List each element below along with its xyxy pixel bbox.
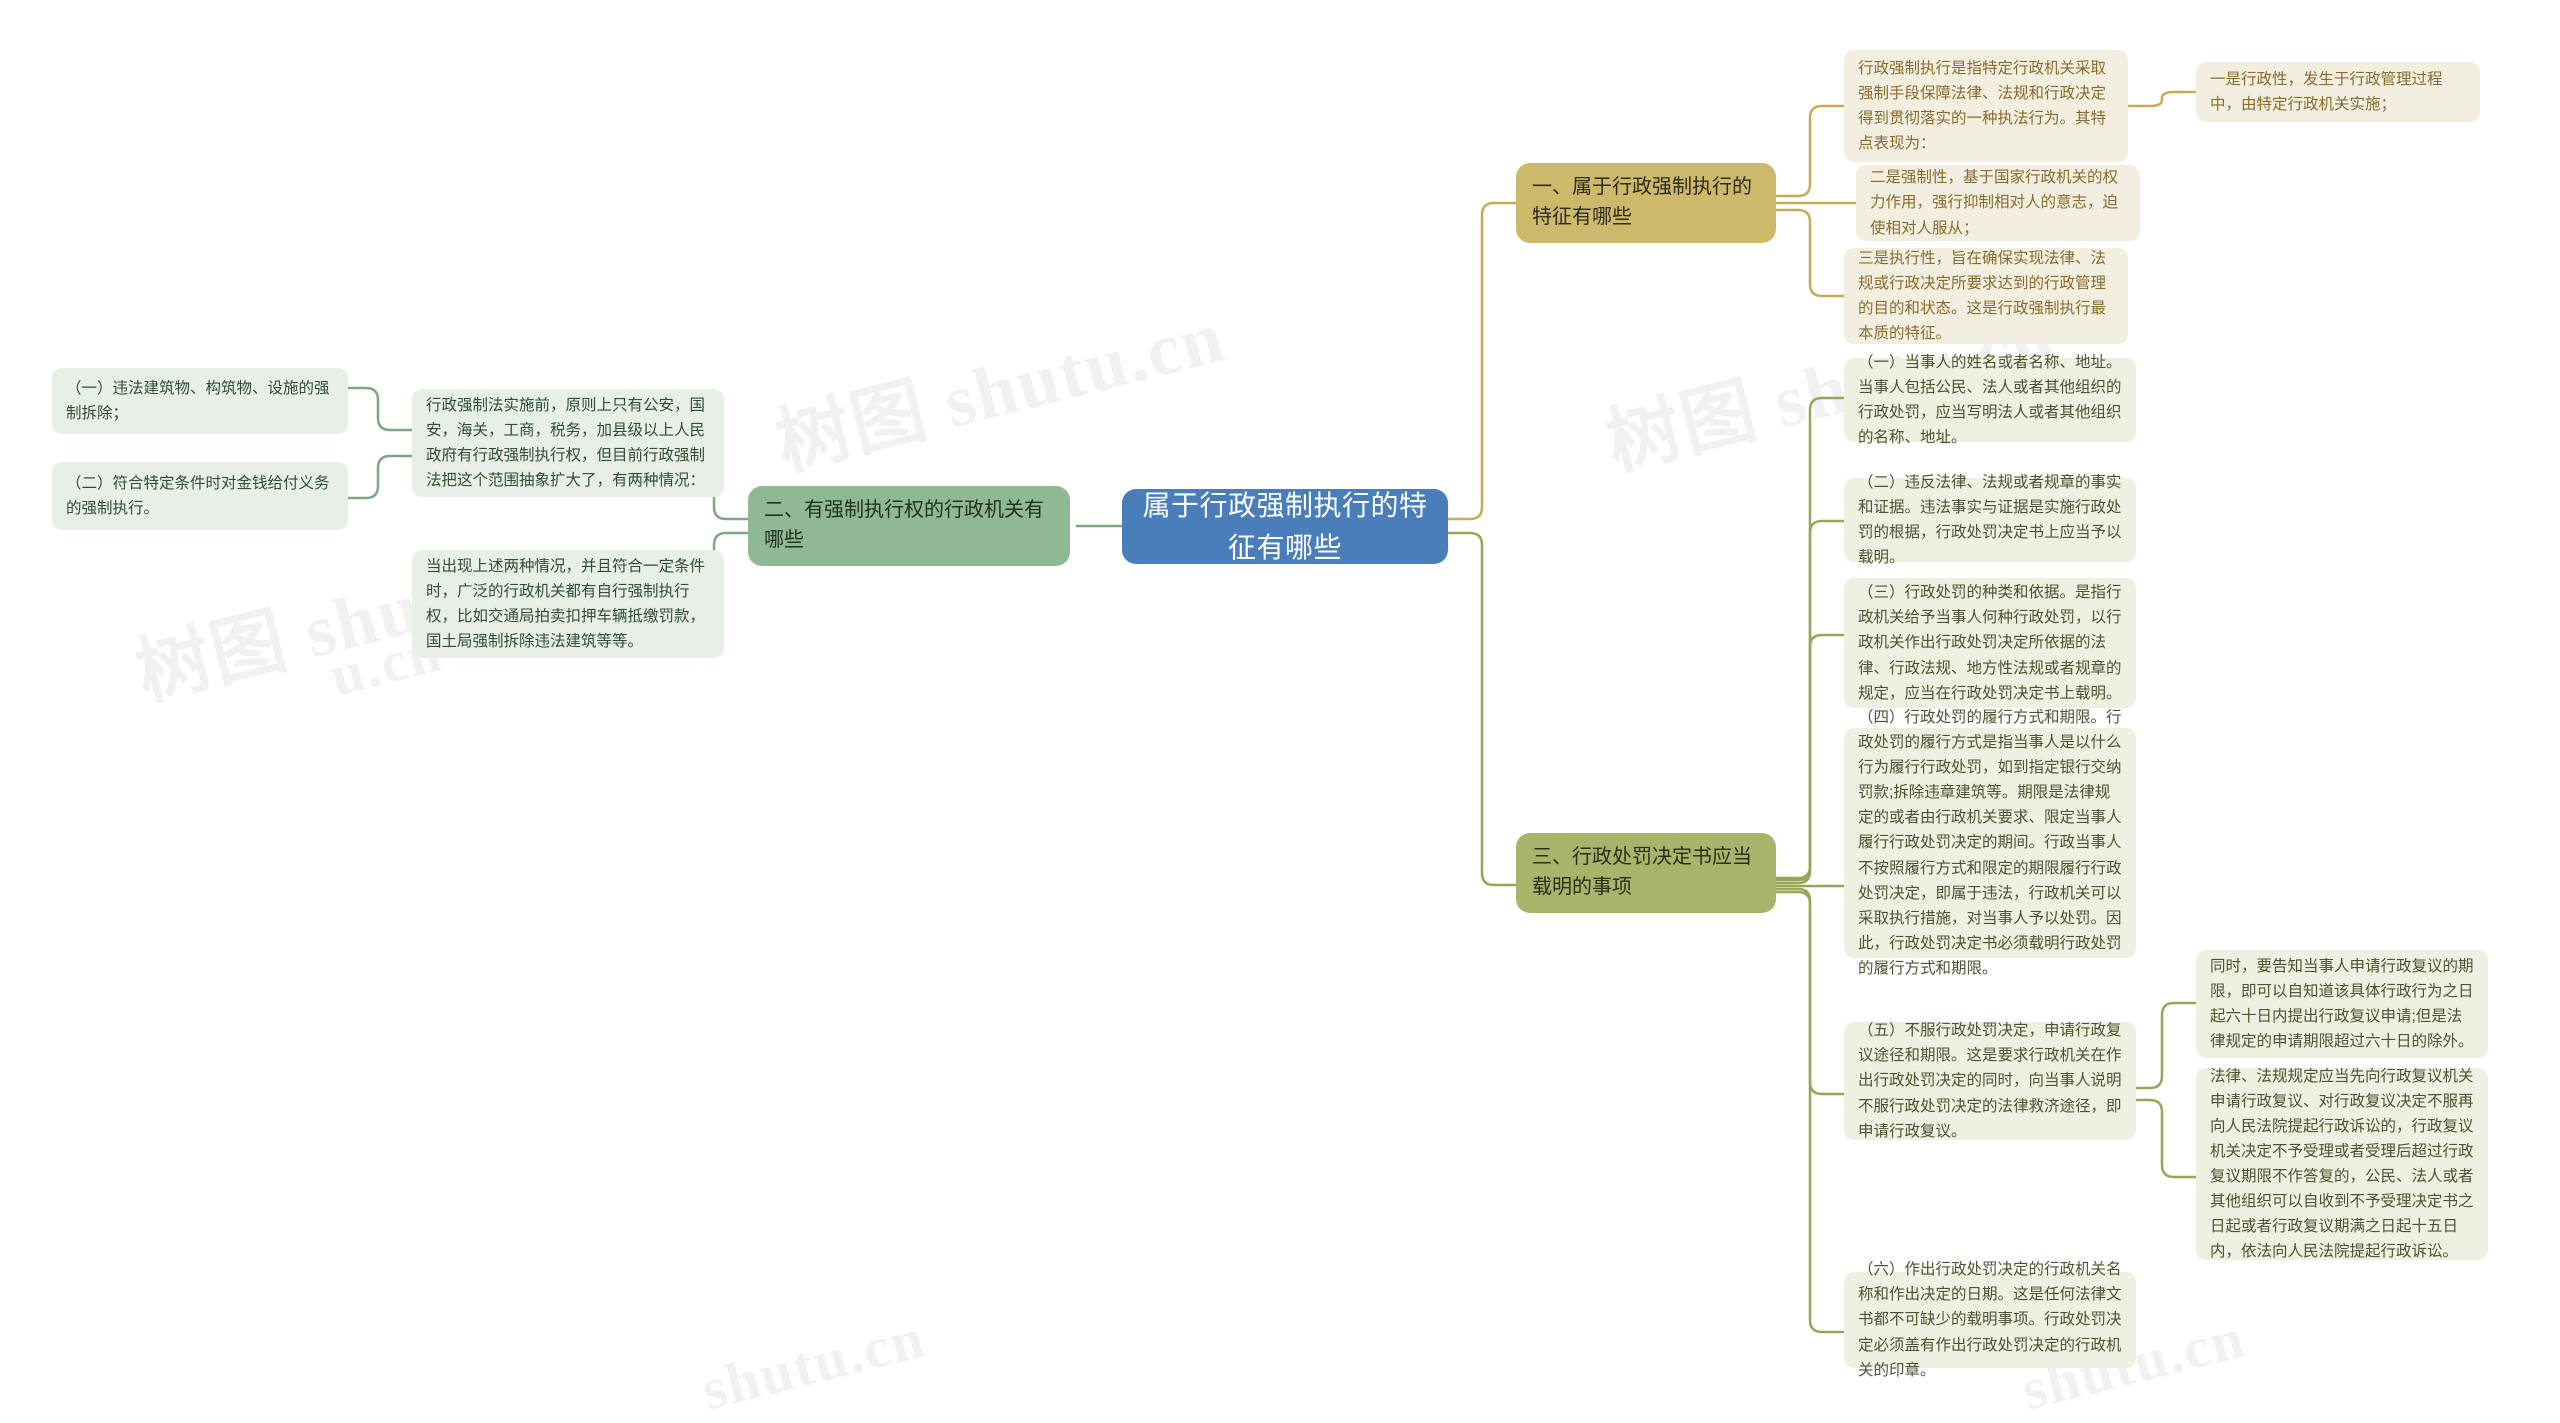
leaf-node-b3-c4[interactable]: （四）行政处罚的履行方式和期限。行政处罚的履行方式是指当事人是以什么行为履行行政… <box>1844 709 2136 977</box>
watermark: 树图 shutu.cn <box>768 295 1233 486</box>
leaf-node-b2-c1-g2[interactable]: （二）符合特定条件时对金钱给付义务的强制执行。 <box>52 462 348 530</box>
leaf-node-b1-c3[interactable]: 三是执行性，旨在确保实现法律、法规或行政决定所要求达到的行政管理的目的和状态。这… <box>1844 248 2128 344</box>
leaf-node-b3-c5-g2[interactable]: 法律、法规规定应当先向行政复议机关申请行政复议、对行政复议决定不服再向人民法院提… <box>2196 1068 2488 1260</box>
connector-lines <box>344 90 2196 1334</box>
leaf-node-b2-c1[interactable]: 行政强制法实施前，原则上只有公安，国安，海关，工商，税务，加县级以上人民政府有行… <box>412 389 724 497</box>
leaf-node-b1-c1[interactable]: 行政强制执行是指特定行政机关采取强制手段保障法律、法规和行政决定得到贯彻落实的一… <box>1844 50 2128 162</box>
leaf-node-b2-c1-g1[interactable]: （一）违法建筑物、构筑物、设施的强制拆除； <box>52 368 348 434</box>
leaf-node-b1-c1-g1[interactable]: 一是行政性，发生于行政管理过程中，由特定行政机关实施； <box>2196 62 2480 122</box>
mindmap-canvas: 树图 shutu.cn 树图 shutu.cn 树图 shutu.cn shut… <box>0 0 2560 1423</box>
leaf-node-b1-c2[interactable]: 二是强制性，基于国家行政机关的权力作用，强行抑制相对人的意志，迫使相对人服从； <box>1856 165 2140 241</box>
leaf-node-b3-c3[interactable]: （三）行政处罚的种类和依据。是指行政机关给予当事人何种行政处罚，以行政机关作出行… <box>1844 578 2136 708</box>
watermark: shutu.cn <box>695 1304 932 1423</box>
leaf-node-b3-c1[interactable]: （一）当事人的姓名或者名称、地址。当事人包括公民、法人或者其他组织的行政处罚，应… <box>1844 354 2136 446</box>
branch-node-3[interactable]: 三、行政处罚决定书应当载明的事项 <box>1516 833 1776 913</box>
leaf-node-b3-c5[interactable]: （五）不服行政处罚决定，申请行政复议途径和期限。这是要求行政机关在作出行政处罚决… <box>1844 1022 2136 1140</box>
branch-node-1[interactable]: 一、属于行政强制执行的特征有哪些 <box>1516 163 1776 243</box>
leaf-node-b3-c6[interactable]: （六）作出行政处罚决定的行政机关名称和作出决定的日期。这是任何法律文书都不可缺少… <box>1844 1261 2136 1379</box>
leaf-node-b3-c5-g1[interactable]: 同时，要告知当事人申请行政复议的期限，即可以自知道该具体行政行为之日起六十日内提… <box>2196 950 2488 1058</box>
leaf-node-b2-c2[interactable]: 当出现上述两种情况，并且符合一定条件时，广泛的行政机关都有自行强制执行权，比如交… <box>412 550 724 658</box>
leaf-node-b3-c2[interactable]: （二）违反法律、法规或者规章的事实和证据。违法事实与证据是实施行政处罚的根据，行… <box>1844 474 2136 566</box>
branch-node-2[interactable]: 二、有强制执行权的行政机关有哪些 <box>748 486 1070 566</box>
root-node[interactable]: 属于行政强制执行的特征有哪些 <box>1122 489 1448 564</box>
